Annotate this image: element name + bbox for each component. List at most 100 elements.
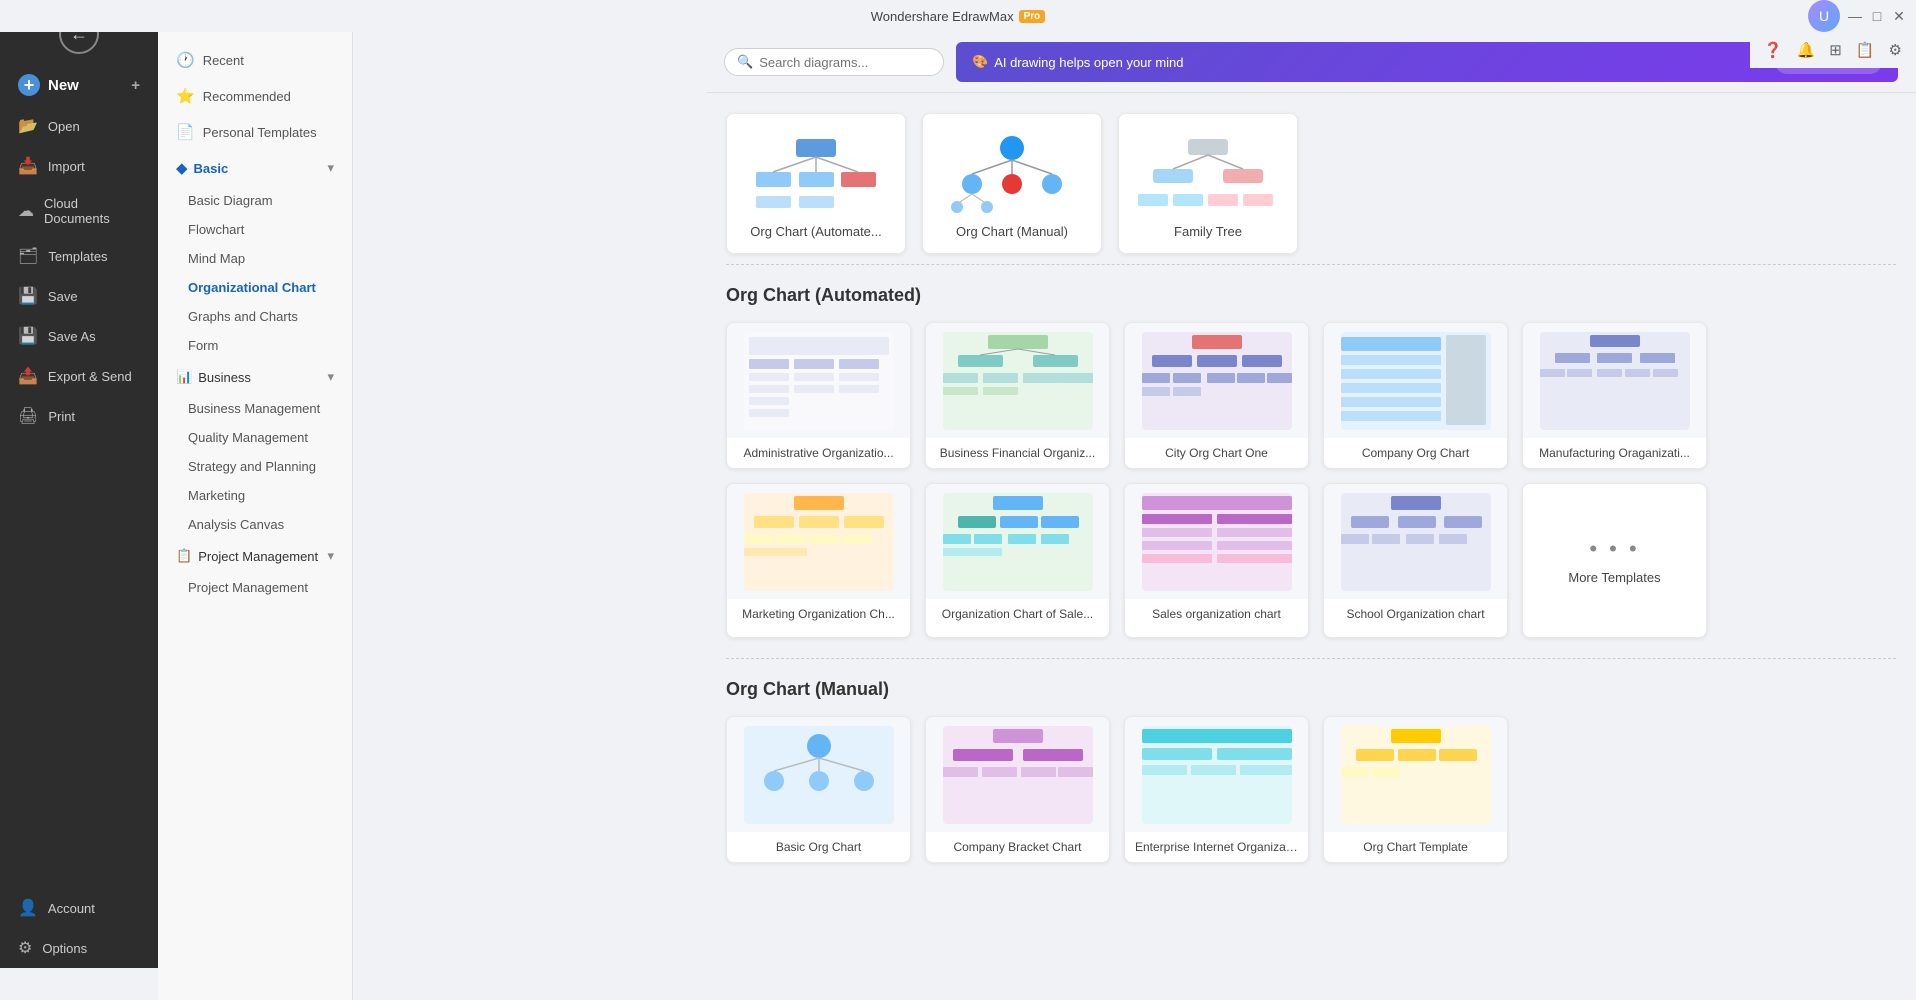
- template-org-automate[interactable]: Org Chart (Automate...: [726, 113, 906, 254]
- nav-sub-marketing[interactable]: Marketing: [158, 481, 352, 510]
- sidebar-print[interactable]: 🖨 Print: [0, 396, 158, 436]
- basic-icon: ◆: [176, 159, 188, 177]
- basic-label: Basic: [194, 161, 229, 176]
- nav-sub-analysis[interactable]: Analysis Canvas: [158, 510, 352, 539]
- new-label: New: [48, 77, 79, 94]
- nav-sub-basic-diagram[interactable]: Basic Diagram: [158, 186, 352, 215]
- nav-sub-mind-map[interactable]: Mind Map: [158, 244, 352, 273]
- org-manual-label: Org Chart (Manual): [956, 224, 1068, 239]
- manufacturing-thumb: [1523, 323, 1706, 438]
- sidebar-saveas[interactable]: 💾 Save As: [0, 316, 158, 356]
- sales-chart-org-label: Organization Chart of Sale...: [926, 599, 1109, 629]
- ai-icon: 🎨: [972, 54, 988, 70]
- sidebar-save[interactable]: 💾 Save: [0, 276, 158, 316]
- manual-4-label: Org Chart Template: [1324, 832, 1507, 862]
- manual-4-thumb: [1324, 717, 1507, 832]
- avatar[interactable]: U: [1808, 0, 1840, 32]
- sidebar-import[interactable]: 📥 Import: [0, 146, 158, 186]
- manual-3-label: Enterprise Internet Organization: [1125, 832, 1308, 862]
- recommended-icon: ⭐: [176, 87, 195, 105]
- template-city-org[interactable]: City Org Chart One: [1124, 322, 1309, 469]
- sidebar-account[interactable]: 👤 Account: [0, 888, 158, 928]
- template-admin-org[interactable]: Administrative Organizatio...: [726, 322, 911, 469]
- nav-sub-graphs[interactable]: Graphs and Charts: [158, 302, 352, 331]
- saveas-label: Save As: [48, 329, 96, 344]
- nav-section-basic[interactable]: ◆ Basic ▾: [158, 150, 352, 186]
- city-org-label: City Org Chart One: [1125, 438, 1308, 468]
- template-school-org[interactable]: School Organization chart: [1323, 483, 1508, 638]
- sidebar-open[interactable]: 📂 Open: [0, 106, 158, 146]
- personal-icon: 📄: [176, 123, 195, 141]
- recent-icon: 🕐: [176, 51, 195, 69]
- template-manual-2[interactable]: Company Bracket Chart: [925, 716, 1110, 863]
- manual-2-label: Company Bracket Chart: [926, 832, 1109, 862]
- nav-recent[interactable]: 🕐 Recent: [158, 42, 352, 78]
- templates-label: Templates: [48, 249, 107, 264]
- nav-sub-flowchart[interactable]: Flowchart: [158, 215, 352, 244]
- sidebar-templates[interactable]: 🗂 Templates: [0, 236, 158, 276]
- new-button[interactable]: + New +: [0, 64, 158, 106]
- nav-sub-form[interactable]: Form: [158, 331, 352, 360]
- middle-nav: 🕐 Recent ⭐ Recommended 📄 Personal Templa…: [158, 32, 353, 1000]
- options-label: Options: [42, 941, 87, 956]
- section-divider-1: [726, 264, 1896, 265]
- nav-personal-templates[interactable]: 📄 Personal Templates: [158, 114, 352, 150]
- template-manual-1[interactable]: Basic Org Chart: [726, 716, 911, 863]
- template-sales-chart-org[interactable]: Organization Chart of Sale...: [925, 483, 1110, 638]
- org-automate-thumb: [741, 134, 891, 214]
- template-family-tree[interactable]: Family Tree: [1118, 113, 1298, 254]
- share-icon[interactable]: 📋: [1850, 37, 1881, 63]
- template-company-org[interactable]: Company Org Chart: [1323, 322, 1508, 469]
- more-templates-card[interactable]: • • • More Templates: [1522, 483, 1707, 638]
- search-icon: 🔍: [737, 54, 753, 70]
- help-icon[interactable]: ❓: [1758, 37, 1789, 63]
- maximize-button[interactable]: □: [1870, 9, 1884, 23]
- admin-org-label: Administrative Organizatio...: [727, 438, 910, 468]
- settings-icon[interactable]: ⚙: [1883, 37, 1908, 63]
- biz-financial-label: Business Financial Organiz...: [926, 438, 1109, 468]
- open-label: Open: [48, 119, 80, 134]
- save-label: Save: [48, 289, 78, 304]
- template-manual-3[interactable]: Enterprise Internet Organization: [1124, 716, 1309, 863]
- sales-org-label: Sales organization chart: [1125, 599, 1308, 629]
- company-org-label: Company Org Chart: [1324, 438, 1507, 468]
- nav-sub-biz-mgmt[interactable]: Business Management: [158, 394, 352, 423]
- search-input[interactable]: [759, 55, 931, 70]
- biz-financial-thumb: [926, 323, 1109, 438]
- manual-2-thumb: [926, 717, 1109, 832]
- org-manual-thumb: [937, 134, 1087, 214]
- import-label: Import: [48, 159, 85, 174]
- open-icon: 📂: [18, 116, 38, 136]
- print-icon: 🖨: [18, 406, 38, 426]
- nav-recommended[interactable]: ⭐ Recommended: [158, 78, 352, 114]
- minimize-button[interactable]: —: [1848, 9, 1862, 23]
- nav-sub-org-chart[interactable]: Organizational Chart: [158, 273, 352, 302]
- more-templates-label: More Templates: [1568, 570, 1660, 585]
- cloud-icon: ☁: [18, 201, 34, 221]
- template-sales-org[interactable]: Sales organization chart: [1124, 483, 1309, 638]
- sidebar-export[interactable]: 📤 Export & Send: [0, 356, 158, 396]
- sidebar-cloud[interactable]: ☁ Cloud Documents: [0, 186, 158, 236]
- sidebar-options[interactable]: ⚙ Options: [0, 928, 158, 968]
- nav-section-business[interactable]: 📊 Business ▾: [158, 360, 352, 394]
- city-org-thumb: [1125, 323, 1308, 438]
- notification-icon[interactable]: 🔔: [1791, 37, 1822, 63]
- template-manufacturing[interactable]: Manufacturing Oraganizati...: [1522, 322, 1707, 469]
- admin-org-thumb: [727, 323, 910, 438]
- title-bar: Wondershare EdrawMax Pro U — □ ✕: [0, 0, 1916, 32]
- apps-icon[interactable]: ⊞: [1823, 37, 1848, 63]
- business-icon: 📊: [176, 369, 192, 385]
- nav-sub-strategy[interactable]: Strategy and Planning: [158, 452, 352, 481]
- template-biz-financial[interactable]: Business Financial Organiz...: [925, 322, 1110, 469]
- close-button[interactable]: ✕: [1892, 9, 1906, 23]
- nav-section-project[interactable]: 📋 Project Management ▾: [158, 539, 352, 573]
- nav-sub-quality[interactable]: Quality Management: [158, 423, 352, 452]
- nav-sub-project-mgmt[interactable]: Project Management: [158, 573, 352, 602]
- search-box[interactable]: 🔍: [724, 48, 944, 76]
- template-manual-4[interactable]: Org Chart Template: [1323, 716, 1508, 863]
- content-area: Org Chart (Automate...: [706, 93, 1916, 968]
- export-label: Export & Send: [48, 369, 132, 384]
- recent-label: Recent: [203, 53, 244, 68]
- template-org-manual[interactable]: Org Chart (Manual): [922, 113, 1102, 254]
- template-marketing-org[interactable]: Marketing Organization Ch...: [726, 483, 911, 638]
